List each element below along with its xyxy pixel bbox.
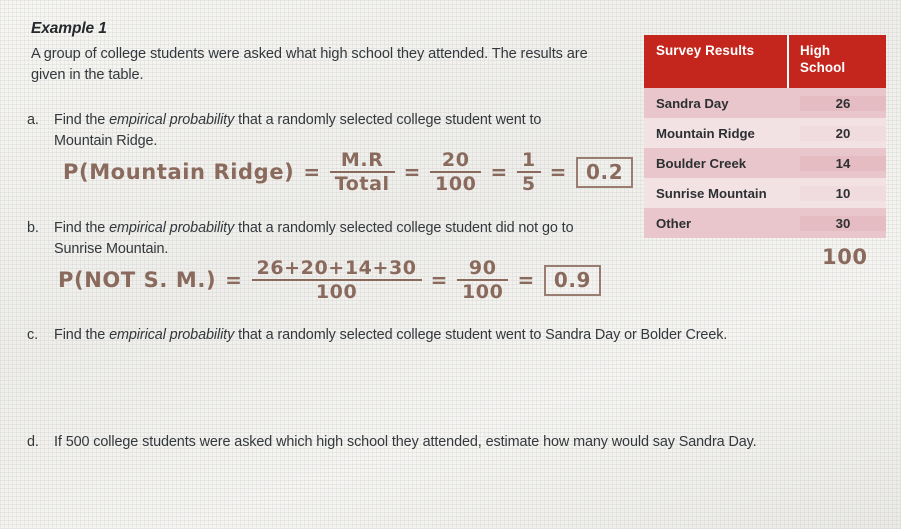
- question-c-letter: c.: [27, 327, 38, 343]
- table-cell-school-name: Other: [656, 215, 692, 231]
- table-header-high-school-line2: School: [800, 60, 846, 75]
- handwriting-b-answer: 0.9: [543, 264, 602, 296]
- handwriting-a-fraction-2-numerator: 20: [441, 149, 470, 171]
- question-d-letter: d.: [27, 434, 39, 450]
- question-b-text-before: Find the: [54, 220, 110, 236]
- handwriting-a-fraction-2-denominator: 100: [430, 171, 482, 194]
- handwriting-b-equals-2: =: [430, 268, 448, 293]
- question-a-text: Find the empirical probability that a ra…: [54, 110, 600, 151]
- handwriting-a-fraction-3: 1 5: [516, 149, 541, 194]
- intro-paragraph: A group of college students were asked w…: [31, 46, 588, 83]
- handwriting-b-lead: P(NOT S. M.): [58, 268, 217, 293]
- handwriting-a-equals-4: =: [549, 160, 568, 185]
- handwriting-a-fraction-1-denominator: Total: [329, 171, 395, 194]
- table-header-high-school-line1: High: [800, 43, 831, 58]
- table-header-high-school: High School: [787, 35, 886, 88]
- table-cell-school-name: Sunrise Mountain: [656, 185, 767, 201]
- handwriting-b-fraction-2-numerator: 90: [468, 257, 497, 279]
- table-row: Boulder Creek 14: [644, 148, 886, 178]
- handwriting-b-fraction-2: 90 100: [456, 257, 509, 302]
- question-b-emphasis: empirical probability: [109, 220, 235, 236]
- handwriting-b-fraction-1: 26+20+14+30 100: [251, 257, 422, 302]
- table-cell-count: 14: [800, 155, 886, 171]
- table-cell-count: 26: [800, 95, 886, 111]
- handwritten-work-b: P(NOT S. M.) = 26+20+14+30 100 = 90 100 …: [58, 257, 602, 302]
- question-d-text: If 500 college students were asked which…: [54, 432, 757, 453]
- question-a-letter: a.: [27, 112, 39, 128]
- table-cell-count: 10: [800, 185, 886, 201]
- handwriting-b-fraction-1-denominator: 100: [251, 279, 422, 302]
- page-title: Example 1: [31, 20, 107, 37]
- handwriting-a-fraction-3-numerator: 1: [521, 149, 536, 171]
- handwriting-a-fraction-1: M.R Total: [329, 149, 395, 194]
- question-d-text-before: If 500 college students were asked which…: [54, 434, 757, 450]
- handwritten-table-total: 100: [822, 245, 868, 269]
- table-cell-school-name: Mountain Ridge: [656, 125, 755, 141]
- handwriting-a-fraction-1-numerator: M.R: [340, 149, 384, 171]
- handwriting-a-equals-3: =: [490, 160, 508, 185]
- handwriting-a-equals-2: =: [403, 160, 421, 185]
- question-b-text: Find the empirical probability that a ra…: [54, 218, 620, 259]
- question-b: b. Find the empirical probability that a…: [0, 218, 620, 259]
- question-c: c. Find the empirical probability that a…: [0, 325, 870, 346]
- handwriting-b-fraction-1-numerator: 26+20+14+30: [256, 257, 417, 279]
- table-header-survey-results: Survey Results: [656, 43, 755, 58]
- handwriting-a-fraction-2: 20 100: [430, 149, 482, 194]
- handwriting-a-equals-1: =: [303, 160, 321, 185]
- table-cell-school-name: Boulder Creek: [656, 155, 747, 171]
- table-row: Sunrise Mountain 10: [644, 178, 886, 208]
- question-c-emphasis: empirical probability: [109, 327, 235, 343]
- handwriting-a-lead: P(Mountain Ridge): [63, 160, 295, 185]
- question-a-text-before: Find the: [54, 112, 110, 128]
- handwritten-work-a: P(Mountain Ridge) = M.R Total = 20 100 =…: [63, 149, 634, 194]
- table-header-row: Survey Results High School: [644, 35, 886, 88]
- table-cell-count: 30: [800, 215, 886, 231]
- table-cell-school-name: Sandra Day: [656, 95, 729, 111]
- table-cell-count: 20: [800, 125, 886, 141]
- handwriting-a-fraction-3-denominator: 5: [516, 171, 541, 194]
- handwriting-b-equals-1: =: [225, 268, 243, 293]
- question-c-text: Find the empirical probability that a ra…: [54, 325, 727, 346]
- worksheet-page: Example 1 A group of college students we…: [0, 0, 901, 529]
- question-a-emphasis: empirical probability: [109, 112, 235, 128]
- handwriting-b-equals-3: =: [517, 268, 535, 293]
- survey-results-table: Survey Results High School Sandra Day 26…: [644, 35, 886, 238]
- table-row: Sandra Day 26: [644, 88, 886, 118]
- question-c-text-before: Find the: [54, 327, 110, 343]
- question-d: d. If 500 college students were asked wh…: [0, 432, 870, 453]
- question-b-letter: b.: [27, 220, 39, 236]
- table-row: Mountain Ridge 20: [644, 118, 886, 148]
- handwriting-a-answer: 0.2: [576, 156, 634, 188]
- handwriting-b-fraction-2-denominator: 100: [456, 279, 509, 302]
- table-row: Other 30: [644, 208, 886, 238]
- question-c-text-after: that a randomly selected college student…: [234, 327, 728, 343]
- question-a: a. Find the empirical probability that a…: [0, 110, 600, 151]
